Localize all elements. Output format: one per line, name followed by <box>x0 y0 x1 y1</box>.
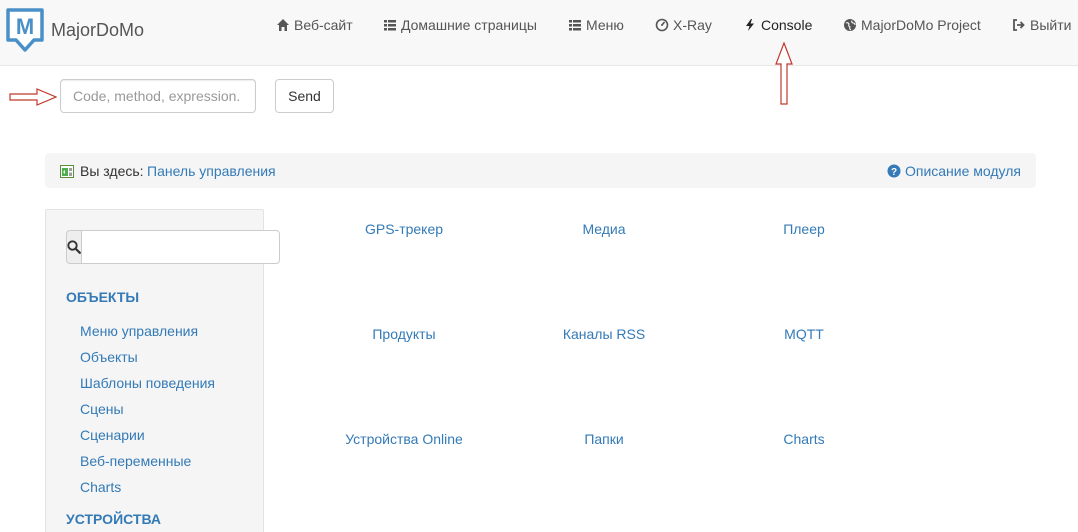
search-button[interactable] <box>66 230 81 264</box>
svg-text:M: M <box>16 14 34 39</box>
sidebar-item-charts[interactable]: Charts <box>80 479 121 495</box>
module-devices-online[interactable]: Устройства Online <box>345 431 463 447</box>
module-charts[interactable]: Charts <box>783 431 824 447</box>
nav-majordomo-project[interactable]: MajorDoMo Project <box>843 15 981 35</box>
nav-menu[interactable]: Меню <box>568 15 624 35</box>
list-icon <box>383 18 397 32</box>
nav-xray-label: X-Ray <box>673 17 712 33</box>
module-description-label: Описание модуля <box>904 163 1021 179</box>
majordomo-logo-icon: M <box>6 8 44 52</box>
module-products[interactable]: Продукты <box>372 326 435 342</box>
svg-text:?: ? <box>891 167 897 178</box>
list-icon <box>568 18 582 32</box>
nav-website-label: Веб-сайт <box>294 17 353 33</box>
breadcrumb-control-panel-link[interactable]: Панель управления <box>147 163 276 179</box>
globe-icon <box>843 18 857 32</box>
send-button[interactable]: Send <box>275 79 334 113</box>
console-command-input[interactable] <box>60 79 256 113</box>
sidebar: ОБЪЕКТЫ Меню управления Объекты Шаблоны … <box>45 209 280 532</box>
logout-icon <box>1012 18 1026 32</box>
module-media[interactable]: Медиа <box>582 221 625 237</box>
question-icon: ? <box>887 164 901 178</box>
breadcrumb: Вы здесь: Панель управления ? Описание м… <box>45 153 1036 188</box>
nav-home-pages[interactable]: Домашние страницы <box>383 15 537 35</box>
brand-name: MajorDoMo <box>51 19 145 40</box>
section-objects-header[interactable]: ОБЪЕКТЫ <box>66 289 139 305</box>
nav-menu-label: Меню <box>586 17 624 33</box>
module-gps-tracker[interactable]: GPS-трекер <box>365 221 443 237</box>
sidebar-item-scripts[interactable]: Сценарии <box>80 427 145 443</box>
nav-xray[interactable]: X-Ray <box>655 15 712 35</box>
nav-console[interactable]: Console <box>743 15 812 35</box>
sidebar-search <box>66 230 280 264</box>
control-panel-icon <box>60 165 74 178</box>
search-icon <box>67 240 81 254</box>
sidebar-item-behavior-templates[interactable]: Шаблоны поведения <box>80 375 215 391</box>
nav-majordomo-project-label: MajorDoMo Project <box>861 17 981 33</box>
sidebar-item-web-variables[interactable]: Веб-переменные <box>80 453 191 469</box>
annotation-arrow-right-icon <box>9 88 57 106</box>
module-player[interactable]: Плеер <box>783 221 825 237</box>
annotation-arrow-up-icon <box>775 42 793 105</box>
brand[interactable]: M MajorDoMo <box>4 7 144 53</box>
nav-logout-label: Выйти <box>1030 17 1072 33</box>
sidebar-item-objects[interactable]: Объекты <box>80 349 138 365</box>
section-devices-header[interactable]: УСТРОЙСТВА <box>66 511 161 527</box>
home-icon <box>276 18 290 32</box>
module-mqtt[interactable]: MQTT <box>784 326 824 342</box>
breadcrumb-prefix: Вы здесь: <box>80 163 144 179</box>
module-description-link[interactable]: ? Описание модуля <box>887 163 1021 179</box>
nav-console-label: Console <box>761 17 813 33</box>
nav-website[interactable]: Веб-сайт <box>276 15 353 35</box>
module-rss-channels[interactable]: Каналы RSS <box>563 326 645 342</box>
module-folders[interactable]: Папки <box>584 431 623 447</box>
nav-logout[interactable]: Выйти <box>1012 15 1071 35</box>
sidebar-item-scenes[interactable]: Сцены <box>80 401 124 417</box>
sidebar-search-input[interactable] <box>81 230 280 264</box>
top-navbar: M MajorDoMo Веб-сайт Домашние страницы М… <box>0 0 1078 66</box>
dashboard-icon <box>655 18 669 32</box>
sidebar-item-control-menu[interactable]: Меню управления <box>80 323 198 339</box>
flash-icon <box>743 18 757 32</box>
nav-home-pages-label: Домашние страницы <box>401 17 537 33</box>
